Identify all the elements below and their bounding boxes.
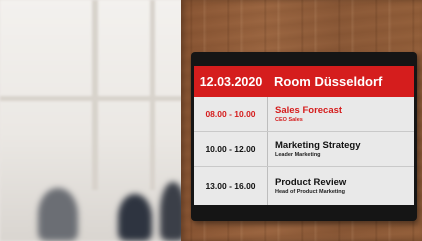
- meeting-row: 13.00 - 16.00 Product Review Head of Pro…: [194, 167, 414, 205]
- meeting-info: Sales Forecast CEO Sales: [268, 105, 342, 124]
- office-background: [0, 0, 186, 241]
- meeting-host: CEO Sales: [275, 116, 303, 123]
- meeting-time: 10.00 - 12.00: [194, 132, 268, 166]
- meeting-title: Marketing Strategy: [275, 139, 361, 151]
- person-blurred: [38, 188, 78, 241]
- meeting-time: 13.00 - 16.00: [194, 167, 268, 205]
- window-frame: [0, 96, 186, 101]
- meeting-title: Sales Forecast: [275, 104, 343, 116]
- meeting-row: 10.00 - 12.00 Marketing Strategy Leader …: [194, 132, 414, 167]
- meeting-host: Head of Product Marketing: [275, 188, 345, 195]
- meeting-title: Product Review: [275, 176, 347, 188]
- person-blurred: [118, 194, 152, 241]
- sign-screen: 12.03.2020 Room Düsseldorf 08.00 - 10.00…: [194, 66, 414, 205]
- window-frame: [150, 0, 155, 190]
- sign-header: 12.03.2020 Room Düsseldorf: [194, 66, 414, 97]
- room-name: Room Düsseldorf: [274, 74, 383, 89]
- meeting-row: 08.00 - 10.00 Sales Forecast CEO Sales: [194, 97, 414, 132]
- meeting-time: 08.00 - 10.00: [194, 97, 268, 131]
- meeting-host: Leader Marketing: [275, 151, 321, 158]
- sign-date: 12.03.2020: [199, 74, 263, 89]
- room-sign: 12.03.2020 Room Düsseldorf 08.00 - 10.00…: [191, 52, 417, 221]
- meeting-info: Marketing Strategy Leader Marketing: [268, 140, 361, 159]
- window-frame: [92, 0, 98, 190]
- meeting-info: Product Review Head of Product Marketing: [268, 177, 346, 196]
